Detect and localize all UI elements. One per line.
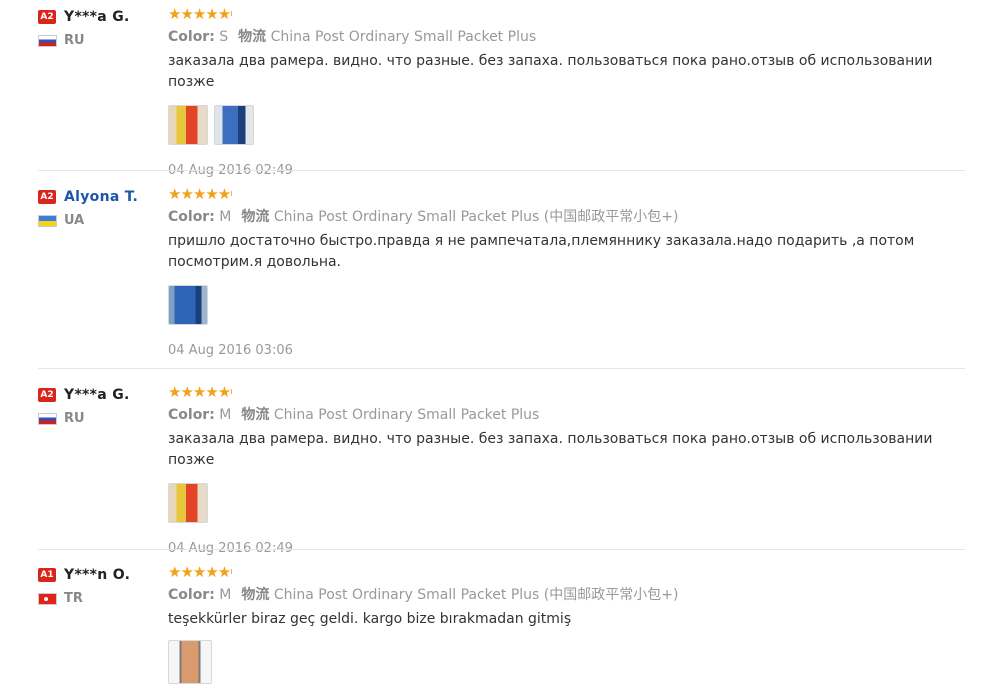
- reviewer-name[interactable]: Alyona T.: [64, 189, 138, 205]
- color-label: Color:: [168, 407, 215, 423]
- review-divider: [38, 368, 965, 369]
- shipping-method: China Post Ordinary Small Packet Plus (中…: [273, 587, 679, 603]
- star-icons: ★★★★★: [168, 383, 231, 401]
- review-item: A1 Y***n O. TR ★★★★★ı Color: M 物流 China Po…: [0, 564, 965, 688]
- shipping-label: 物流: [241, 209, 270, 225]
- review-photos: [168, 285, 958, 329]
- country-code: UA: [64, 213, 85, 228]
- color-value: M: [219, 209, 232, 225]
- star-tick: ı: [230, 9, 232, 19]
- buyer-level-badge: A2: [38, 387, 56, 402]
- country-code: TR: [64, 591, 83, 606]
- order-info: Color: M 物流 China Post Ordinary Small Pac…: [168, 586, 958, 604]
- reviewer-info: A2 Y***a G. RU: [38, 6, 158, 49]
- review-text: teşekkürler biraz geç geldi. kargo bize …: [168, 611, 572, 627]
- rating-stars: ★★★★★ı: [168, 6, 958, 22]
- rating-stars: ★★★★★ı: [168, 186, 958, 202]
- reviewer-name: Y***a G.: [64, 8, 130, 25]
- reviewer-name: Y***n O.: [64, 566, 131, 583]
- order-info: Color: M 物流 China Post Ordinary Small Pac…: [168, 208, 958, 226]
- reviewer-country: RU: [38, 411, 158, 427]
- review-photos: [168, 483, 958, 527]
- shipping-label: 物流: [238, 29, 267, 45]
- review-date: 04 Aug 2016 03:06: [168, 343, 293, 358]
- star-icons: ★★★★★: [168, 185, 231, 203]
- color-label: Color:: [168, 209, 215, 225]
- review-body: ★★★★★ı Color: S 物流 China Post Ordinary Sm…: [168, 6, 958, 178]
- reviewer-country: RU: [38, 33, 158, 49]
- color-label: Color:: [168, 587, 215, 603]
- order-info: Color: M 物流 China Post Ordinary Small Pac…: [168, 406, 958, 424]
- review-photo-thumbnail[interactable]: [214, 105, 254, 145]
- review-item: A2 Alyona T. UA ★★★★★ı Color: M 物流 China P…: [0, 186, 965, 369]
- review-text: пришло достаточно быстро.правда я не рам…: [168, 233, 915, 270]
- review-text: заказала два рамера. видно. что разные. …: [168, 431, 933, 468]
- country-code: RU: [64, 33, 85, 48]
- shipping-method: China Post Ordinary Small Packet Plus (中…: [273, 209, 679, 225]
- reviewer-country: TR: [38, 591, 158, 607]
- review-text: заказала два рамера. видно. что разные. …: [168, 53, 933, 90]
- review-body: ★★★★★ı Color: M 物流 China Post Ordinary Sm…: [168, 384, 958, 556]
- reviewer-info: A2 Alyona T. UA: [38, 186, 158, 229]
- buyer-level-badge: A1: [38, 567, 56, 582]
- star-icons: ★★★★★: [168, 5, 231, 23]
- order-info: Color: S 物流 China Post Ordinary Small Pac…: [168, 28, 958, 46]
- color-value: M: [219, 587, 232, 603]
- reviewer-info: A1 Y***n O. TR: [38, 564, 158, 607]
- shipping-label: 物流: [241, 587, 270, 603]
- buyer-level-badge: A2: [38, 189, 56, 204]
- color-label: Color:: [168, 29, 215, 45]
- star-icons: ★★★★★: [168, 563, 231, 581]
- color-value: M: [219, 407, 232, 423]
- russia-flag-icon: [38, 34, 57, 47]
- review-item: A2 Y***a G. RU ★★★★★ı Color: S 物流 China Po…: [0, 6, 965, 178]
- shipping-method: China Post Ordinary Small Packet Plus: [273, 407, 540, 423]
- review-photo-thumbnail[interactable]: [168, 285, 208, 325]
- review-item: A2 Y***a G. RU ★★★★★ı Color: M 物流 China Po…: [0, 384, 965, 556]
- shipping-label: 物流: [241, 407, 270, 423]
- review-body: ★★★★★ı Color: M 物流 China Post Ordinary Sm…: [168, 564, 958, 684]
- reviewer-name: Y***a G.: [64, 386, 130, 403]
- turkey-flag-icon: [38, 592, 57, 605]
- review-photo-thumbnail[interactable]: [168, 105, 208, 145]
- review-photos: [168, 105, 958, 149]
- country-code: RU: [64, 411, 85, 426]
- russia-flag-icon: [38, 412, 57, 425]
- color-value: S: [219, 29, 229, 45]
- star-tick: ı: [230, 387, 232, 397]
- star-tick: ı: [230, 567, 232, 577]
- review-photo-thumbnail[interactable]: [168, 640, 212, 684]
- rating-stars: ★★★★★ı: [168, 384, 958, 400]
- review-body: ★★★★★ı Color: M 物流 China Post Ordinary Sm…: [168, 186, 958, 358]
- review-divider: [38, 549, 965, 550]
- review-photo-thumbnail[interactable]: [168, 483, 208, 523]
- reviewer-info: A2 Y***a G. RU: [38, 384, 158, 427]
- buyer-level-badge: A2: [38, 9, 56, 24]
- shipping-method: China Post Ordinary Small Packet Plus: [270, 29, 537, 45]
- review-photos: [168, 640, 958, 684]
- ukraine-flag-icon: [38, 214, 57, 227]
- star-tick: ı: [230, 189, 232, 199]
- reviewer-country: UA: [38, 213, 158, 229]
- rating-stars: ★★★★★ı: [168, 564, 958, 580]
- review-divider: [38, 170, 965, 171]
